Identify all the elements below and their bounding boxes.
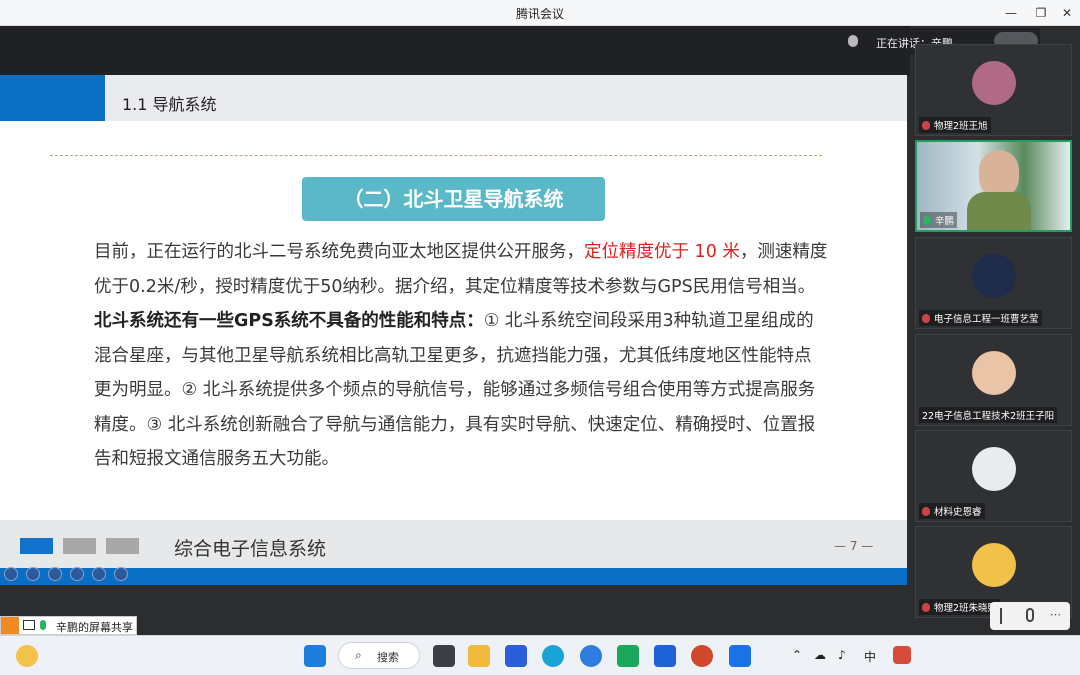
- slideshow-controls: [0, 565, 132, 583]
- task-view-icon[interactable]: [433, 645, 455, 667]
- participant-tile[interactable]: 22电子信息工程技术2班王子阳: [915, 334, 1072, 426]
- shared-slide: 1.1 导航系统 （二）北斗卫星导航系统 目前，正在运行的北斗二号系统免费向亚太…: [0, 75, 907, 585]
- paragraph-1: 目前，正在运行的北斗二号系统免费向亚太地区提供公开服务，定位精度优于 10 米，…: [58, 235, 828, 304]
- meeting-top-area: [0, 26, 910, 76]
- zoom-icon[interactable]: [92, 567, 106, 581]
- more-options-icon[interactable]: [114, 567, 128, 581]
- page-number: — 7 —: [834, 539, 874, 553]
- taskbar: ⌕ 搜索 ⌃ ☁ ♪ 中: [0, 635, 1080, 675]
- slide-body: 目前，正在运行的北斗二号系统免费向亚太地区提供公开服务，定位精度优于 10 米，…: [58, 235, 828, 477]
- participant-name: 22电子信息工程技术2班王子阳: [919, 407, 1058, 423]
- participant-tile[interactable]: 材料史恩睿: [915, 430, 1072, 522]
- ime-indicator[interactable]: 中: [864, 648, 876, 665]
- participant-name-text: 电子信息工程一班曹艺莹: [934, 314, 1039, 325]
- app-icon[interactable]: [654, 645, 676, 667]
- slides-grid-icon[interactable]: [70, 567, 84, 581]
- tencent-meeting-icon[interactable]: [729, 645, 751, 667]
- pen-icon[interactable]: [48, 567, 62, 581]
- slide-bottom-bar: [0, 568, 907, 585]
- avatar: [972, 447, 1016, 491]
- footer-square: [63, 538, 96, 554]
- more-icon[interactable]: ⋯: [1050, 608, 1061, 621]
- avatar: [972, 254, 1016, 298]
- participant-name-text: 辛鹏: [935, 216, 955, 227]
- participant-name: 物理2班王旭: [919, 117, 991, 133]
- participant-name: 材料史恩睿: [919, 503, 985, 519]
- p1-highlight: 定位精度优于 10 米: [584, 242, 740, 262]
- participant-tile-speaking[interactable]: 辛鹏: [915, 140, 1072, 232]
- next-slide-icon[interactable]: [26, 567, 40, 581]
- prev-slide-icon[interactable]: [4, 567, 18, 581]
- avatar: [972, 351, 1016, 395]
- participant-name: 电子信息工程一班曹艺莹: [919, 310, 1042, 326]
- shoulders-shape: [967, 192, 1031, 230]
- p2-bold: 北斗系统还有一些GPS系统不具备的性能和特点：: [94, 311, 484, 331]
- footer-title: 综合电子信息系统: [174, 538, 327, 560]
- close-button[interactable]: ✕: [1056, 3, 1078, 23]
- window-title-bar: 腾讯会议 — ❐ ✕: [0, 0, 1080, 26]
- ie-icon[interactable]: [580, 645, 602, 667]
- slide-heading-badge: （二）北斗卫星导航系统: [302, 177, 605, 221]
- mic-muted-icon: [922, 121, 930, 130]
- mic-muted-icon: [922, 314, 930, 323]
- cloud-icon[interactable]: ☁: [814, 648, 826, 662]
- maximize-button[interactable]: ❐: [1030, 3, 1052, 23]
- participant-name: 辛鹏: [920, 212, 958, 228]
- divider: [1000, 608, 1002, 624]
- footer-square: [106, 538, 139, 554]
- sogou-icon[interactable]: [893, 646, 911, 664]
- microphone-icon: [1026, 608, 1034, 622]
- screen-icon: [23, 620, 35, 630]
- edge-icon[interactable]: [542, 645, 564, 667]
- search-label: 搜索: [377, 651, 399, 664]
- powerpoint-icon[interactable]: [691, 645, 713, 667]
- participant-tile[interactable]: 电子信息工程一班曹艺莹: [915, 237, 1072, 329]
- search-icon: ⌕: [355, 648, 362, 662]
- participant-name-text: 物理2班朱晓熙: [934, 603, 998, 614]
- slide-footer: 综合电子信息系统 — 7 —: [0, 520, 907, 568]
- taskbar-search[interactable]: ⌕ 搜索: [338, 642, 420, 669]
- p2-text: ① 北斗系统空间段采用3种轨道卫星组成的混合星座，与其他卫星导航系统相比高轨卫星…: [94, 311, 816, 469]
- window-title: 腾讯会议: [515, 7, 564, 21]
- start-button[interactable]: [304, 645, 326, 667]
- participant-name: 物理2班朱晓熙: [919, 599, 1001, 615]
- microphone-control[interactable]: ⋯: [990, 602, 1070, 630]
- microphone-icon[interactable]: ♪: [838, 648, 846, 662]
- screen-share-bar[interactable]: 辛鹏的屏幕共享: [0, 616, 137, 635]
- paragraph-2: 北斗系统还有一些GPS系统不具备的性能和特点：① 北斗系统空间段采用3种轨道卫星…: [58, 304, 828, 477]
- store-icon[interactable]: [505, 645, 527, 667]
- app-icon[interactable]: [617, 645, 639, 667]
- user-icon: [1, 617, 19, 634]
- participant-name-text: 材料史恩睿: [934, 507, 982, 518]
- slide-header: 1.1 导航系统: [0, 75, 907, 121]
- section-title: 1.1 导航系统: [122, 95, 217, 114]
- mic-muted-icon: [922, 603, 930, 612]
- header-accent: [0, 75, 105, 121]
- minimize-button[interactable]: —: [1000, 3, 1022, 23]
- screen: { "app":{"title":"腾讯会议"}, "speaker":{"la…: [0, 0, 1080, 675]
- mic-on-icon: [40, 620, 46, 630]
- mic-on-icon: [923, 216, 931, 225]
- tray-chevron-icon[interactable]: ⌃: [792, 648, 802, 662]
- participant-name-text: 22电子信息工程技术2班王子阳: [922, 411, 1055, 422]
- file-explorer-icon[interactable]: [468, 645, 490, 667]
- face-shape: [979, 150, 1019, 198]
- weather-icon[interactable]: [16, 645, 38, 667]
- footer-square: [20, 538, 53, 554]
- dashed-divider: [50, 155, 822, 156]
- participant-tile[interactable]: 物理2班王旭: [915, 44, 1072, 136]
- mic-muted-icon: [922, 507, 930, 516]
- p1-text-a: 目前，正在运行的北斗二号系统免费向亚太地区提供公开服务，: [94, 242, 584, 262]
- microphone-icon: [848, 35, 858, 47]
- participant-name-text: 物理2班王旭: [934, 121, 988, 132]
- avatar: [972, 61, 1016, 105]
- share-label: 辛鹏的屏幕共享: [56, 621, 133, 634]
- avatar: [972, 543, 1016, 587]
